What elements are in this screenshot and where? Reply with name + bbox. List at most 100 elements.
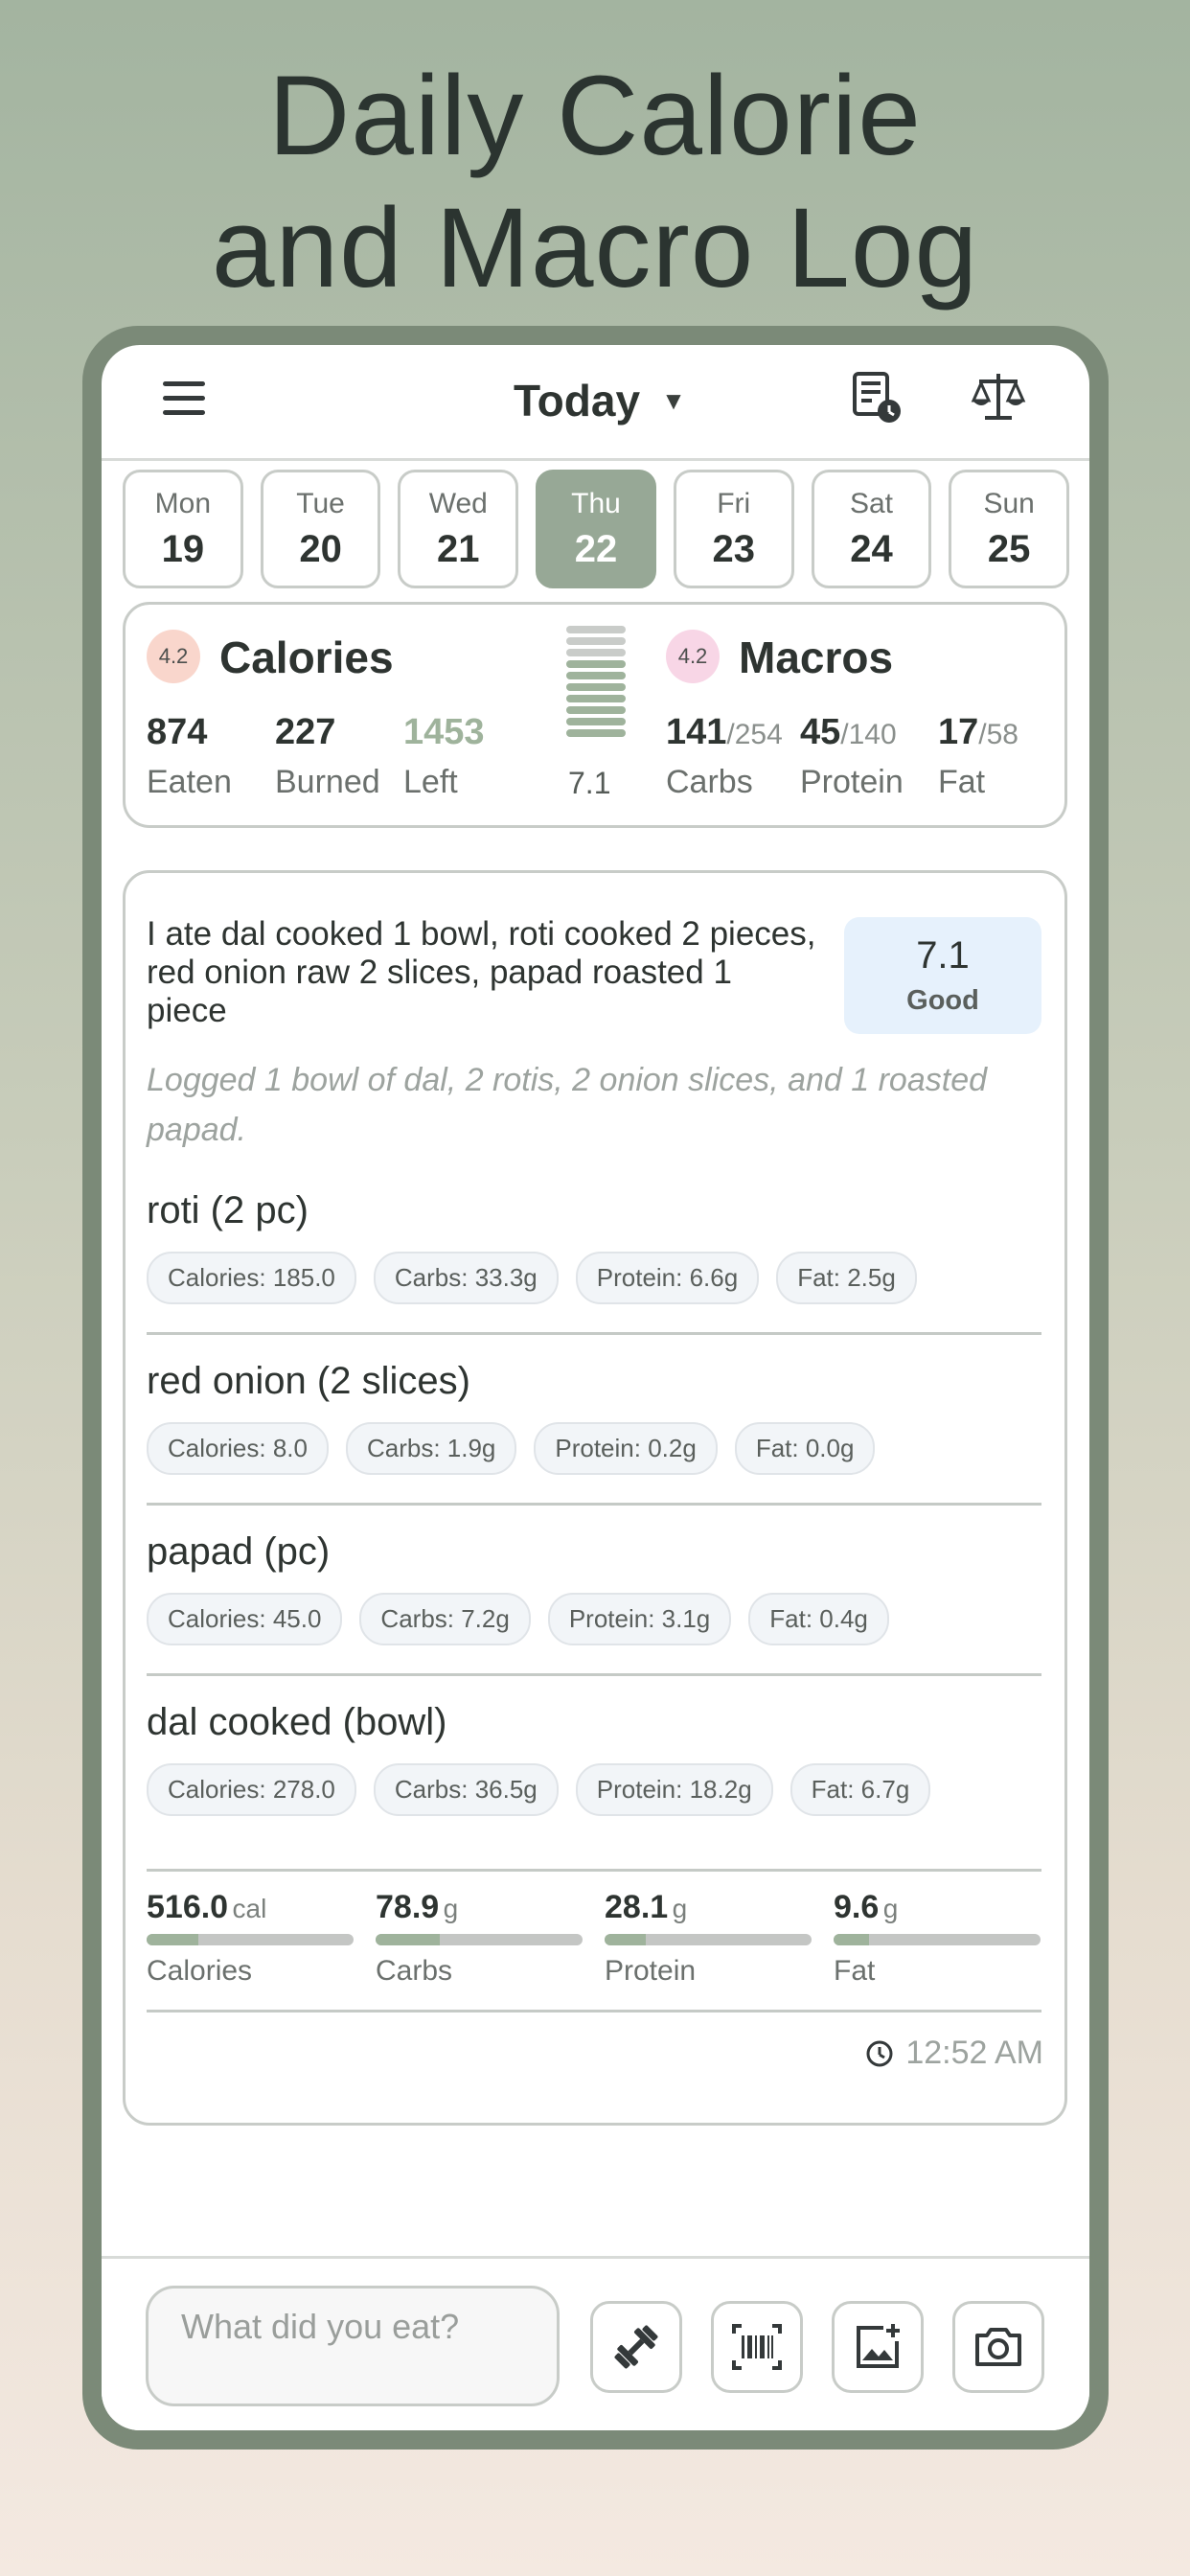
protein-stat: 45/140 xyxy=(800,712,897,753)
calories-eaten-value: 874 xyxy=(147,712,208,752)
calories-pill: Calories: 8.0 xyxy=(147,1422,329,1475)
protein-pill: Protein: 0.2g xyxy=(534,1422,718,1475)
total-progress-bar xyxy=(147,1934,354,1945)
total-carbs: 78.9 g Carbs xyxy=(376,1889,583,1988)
meal-input[interactable]: What did you eat? xyxy=(146,2286,560,2406)
calories-pill: Calories: 278.0 xyxy=(147,1763,356,1816)
total-value: 28.1 xyxy=(605,1889,669,1925)
total-value-row: 78.9 g xyxy=(376,1889,583,1926)
carbs-stat: 141/254 xyxy=(666,712,783,753)
day-sat[interactable]: Sat 24 xyxy=(811,470,932,588)
day-date: 25 xyxy=(987,528,1031,570)
total-progress-fill xyxy=(605,1934,647,1945)
meal-score-label: Good xyxy=(906,985,979,1016)
clock-icon xyxy=(866,2040,893,2066)
macros-title: Macros xyxy=(739,632,894,682)
date-selector[interactable]: Today ▼ xyxy=(514,374,686,427)
fat-goal: /58 xyxy=(978,719,1018,750)
total-value-row: 28.1 g xyxy=(605,1889,812,1926)
calories-left-label: Left xyxy=(403,764,458,800)
fat-label: Fat xyxy=(938,764,986,800)
food-name: dal cooked (bowl) xyxy=(147,1701,447,1743)
total-unit: cal xyxy=(232,1894,267,1923)
total-calories: 516.0 cal Calories xyxy=(147,1889,354,1988)
day-tue[interactable]: Tue 20 xyxy=(260,470,381,588)
scale-icon[interactable] xyxy=(970,368,1027,426)
fat-pill: Fat: 0.0g xyxy=(734,1422,876,1475)
protein-value: 45 xyxy=(800,712,841,752)
log-history-icon[interactable] xyxy=(847,368,904,426)
menu-icon[interactable] xyxy=(163,374,207,420)
day-date: 21 xyxy=(437,528,480,570)
day-name: Wed xyxy=(428,488,488,519)
day-date: 22 xyxy=(574,528,618,570)
meal-entry-card[interactable]: I ate dal cooked 1 bowl, roti cooked 2 p… xyxy=(123,870,1067,2126)
macro-score-badge: 4.2 xyxy=(666,630,720,683)
day-wed[interactable]: Wed 21 xyxy=(398,470,519,588)
total-value: 9.6 xyxy=(834,1889,880,1925)
calories-burned-label: Burned xyxy=(275,764,380,800)
day-date: 23 xyxy=(712,528,755,570)
day-thu[interactable]: Thu 22 xyxy=(536,470,656,588)
divider xyxy=(147,1332,1041,1335)
fat-pill: Fat: 2.5g xyxy=(776,1252,917,1304)
total-progress-bar xyxy=(376,1934,583,1945)
calories-pill: Calories: 185.0 xyxy=(147,1252,356,1304)
meter-segment xyxy=(566,718,626,725)
calories-burned-value: 227 xyxy=(275,712,336,752)
meter-segment xyxy=(566,660,626,668)
carbs-pill: Carbs: 7.2g xyxy=(359,1593,531,1645)
calorie-score-badge: 4.2 xyxy=(147,630,200,683)
total-value-row: 516.0 cal xyxy=(147,1889,354,1926)
food-name: roti (2 pc) xyxy=(147,1189,309,1231)
phone-frame: Today ▼ Mon 19 Tue 20 Wed 21 Thu 22 Fri … xyxy=(82,326,1109,2450)
meter-segment xyxy=(566,683,626,691)
total-unit: g xyxy=(882,1894,899,1923)
protein-pill: Protein: 18.2g xyxy=(575,1763,773,1816)
meter-segment xyxy=(566,672,626,679)
food-item[interactable]: red onion (2 slices) Calories: 8.0 Carbs: … xyxy=(147,1360,1041,1475)
total-unit: g xyxy=(443,1894,459,1923)
day-date: 19 xyxy=(161,528,205,570)
food-name: papad (pc) xyxy=(147,1530,331,1573)
divider xyxy=(147,1503,1041,1506)
week-day-selector: Mon 19 Tue 20 Wed 21 Thu 22 Fri 23 Sat 24 Sun 25 xyxy=(123,470,1070,590)
nutrient-pills: Calories: 185.0 Carbs: 33.3g Protein: 6.6g… xyxy=(147,1252,1041,1304)
carbs-pill: Carbs: 36.5g xyxy=(373,1763,559,1816)
carbs-pill: Carbs: 1.9g xyxy=(345,1422,517,1475)
calories-left-value: 1453 xyxy=(403,712,485,752)
meal-entry-text: I ate dal cooked 1 bowl, roti cooked 2 p… xyxy=(147,915,816,1029)
total-unit: g xyxy=(672,1894,688,1923)
total-label: Carbs xyxy=(376,1955,453,1987)
day-fri[interactable]: Fri 23 xyxy=(673,470,794,588)
camera-button[interactable] xyxy=(952,2301,1044,2393)
food-item[interactable]: papad (pc) Calories: 45.0 Carbs: 7.2g Prote… xyxy=(147,1530,1041,1645)
food-item[interactable]: dal cooked (bowl) Calories: 278.0 Carbs: 3… xyxy=(147,1701,1041,1816)
calories-title: Calories xyxy=(219,632,394,682)
meter-segment xyxy=(566,626,626,633)
meter-segment xyxy=(566,637,626,645)
promo-title: Daily Calorie and Macro Log xyxy=(0,50,1190,314)
meal-totals: 516.0 cal Calories 78.9 g Carbs 28.1 g Protei… xyxy=(147,1889,1041,1994)
composer-bar: What did you eat? xyxy=(102,2256,1089,2430)
fat-pill: Fat: 6.7g xyxy=(790,1763,931,1816)
add-photo-icon xyxy=(857,2324,900,2368)
score-meter-value: 7.1 xyxy=(568,766,611,800)
day-name: Fri xyxy=(717,488,751,519)
meal-summary-note: Logged 1 bowl of dal, 2 rotis, 2 onion s… xyxy=(147,1062,988,1148)
total-progress-bar xyxy=(605,1934,812,1945)
total-label: Calories xyxy=(147,1955,253,1987)
barcode-button[interactable] xyxy=(711,2301,803,2393)
exercise-button[interactable] xyxy=(590,2301,682,2393)
protein-pill: Protein: 3.1g xyxy=(547,1593,732,1645)
food-item[interactable]: roti (2 pc) Calories: 185.0 Carbs: 33.3g Pr… xyxy=(147,1189,1041,1304)
protein-label: Protein xyxy=(800,764,904,800)
day-mon[interactable]: Mon 19 xyxy=(123,470,243,588)
day-sun[interactable]: Sun 25 xyxy=(949,470,1070,588)
divider xyxy=(147,1673,1041,1676)
total-fat: 9.6 g Fat xyxy=(834,1889,1041,1988)
add-photo-button[interactable] xyxy=(832,2301,924,2393)
fat-stat: 17/58 xyxy=(938,712,1018,753)
meter-segment xyxy=(566,729,626,737)
date-selector-label: Today xyxy=(514,376,641,426)
